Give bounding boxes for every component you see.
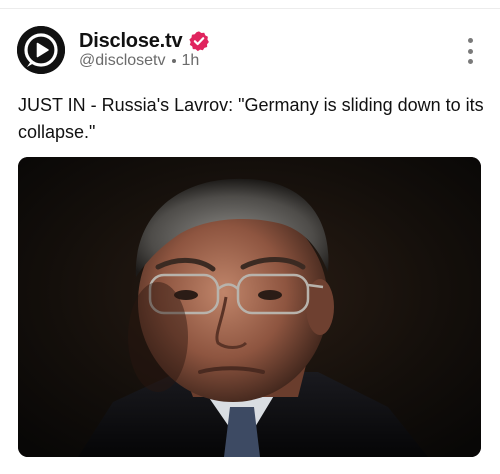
more-options-icon: [467, 38, 473, 43]
author-handle[interactable]: @disclosetv: [79, 52, 166, 70]
verified-badge-icon: [188, 30, 210, 52]
post-image[interactable]: [18, 157, 481, 457]
author-meta-row: @disclosetv 1h: [79, 52, 199, 70]
divider: [0, 8, 500, 9]
avatar[interactable]: [17, 26, 65, 74]
author-name-row: Disclose.tv: [79, 28, 210, 54]
more-options-icon: [467, 59, 473, 64]
more-options-button[interactable]: [460, 38, 480, 64]
play-circle-logo-icon: [17, 26, 65, 74]
author-display-name[interactable]: Disclose.tv: [79, 30, 183, 53]
more-options-icon: [467, 48, 473, 54]
separator-dot: [171, 59, 176, 63]
post-text: JUST IN - Russia's Lavrov: "Germany is s…: [18, 95, 484, 142]
post-timestamp[interactable]: 1h: [182, 52, 200, 70]
post-card[interactable]: Disclose.tv @disclosetv 1h JUST IN - Rus…: [0, 0, 500, 474]
